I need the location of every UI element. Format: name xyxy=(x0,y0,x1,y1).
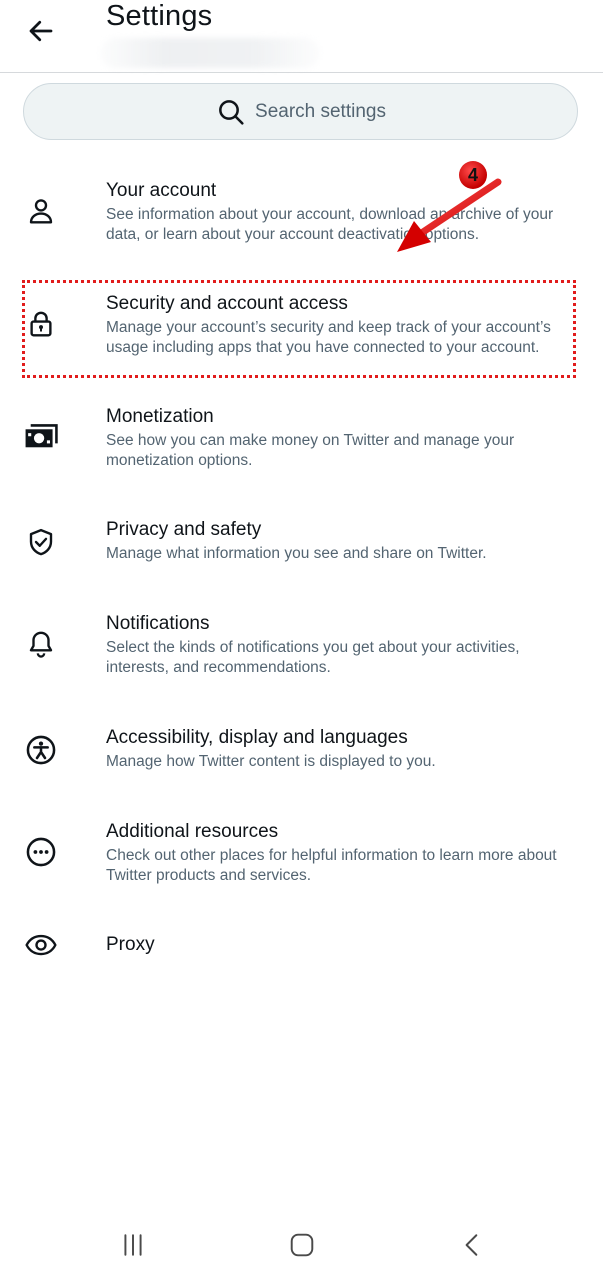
settings-item-description: Manage how Twitter content is displayed … xyxy=(106,753,436,770)
accessibility-icon xyxy=(22,731,60,769)
recent-apps-button[interactable] xyxy=(113,1228,153,1262)
eye-icon xyxy=(22,926,60,964)
chevron-left-icon xyxy=(465,1234,478,1256)
shield-check-icon xyxy=(22,523,60,561)
settings-item-accessibility[interactable]: Accessibility, display and languages Man… xyxy=(0,719,603,789)
lock-icon xyxy=(22,305,60,343)
settings-item-label: Proxy xyxy=(106,934,155,955)
settings-item-label: Accessibility, display and languages xyxy=(106,727,408,748)
recent-apps-icon xyxy=(124,1234,142,1256)
search-settings-field[interactable]: Search settings xyxy=(23,83,578,140)
settings-item-description: Manage your account’s security and keep … xyxy=(106,319,551,356)
money-icon xyxy=(22,418,60,456)
search-placeholder: Search settings xyxy=(255,100,386,122)
settings-item-proxy[interactable]: Proxy xyxy=(0,920,603,972)
settings-item-description: Manage what information you see and shar… xyxy=(106,545,487,562)
redacted-username xyxy=(100,38,320,68)
settings-item-label: Additional resources xyxy=(106,821,279,842)
settings-item-description: Select the kinds of notifications you ge… xyxy=(106,639,520,676)
person-icon xyxy=(22,192,60,230)
settings-item-label: Monetization xyxy=(106,406,214,427)
system-navigation-bar xyxy=(0,1210,603,1280)
settings-item-privacy[interactable]: Privacy and safety Manage what informati… xyxy=(0,511,603,581)
settings-item-additional-resources[interactable]: Additional resources Check out other pla… xyxy=(0,813,603,908)
settings-item-label: Your account xyxy=(106,180,217,201)
more-circle-icon xyxy=(22,833,60,871)
bell-icon xyxy=(22,625,60,663)
settings-item-label: Privacy and safety xyxy=(106,519,262,540)
back-button[interactable] xyxy=(22,14,60,48)
settings-item-description: See information about your account, down… xyxy=(106,206,554,243)
search-icon xyxy=(215,96,247,128)
top-app-bar: Settings xyxy=(0,0,603,73)
page-title: Settings xyxy=(106,0,213,32)
settings-item-description: Check out other places for helpful infor… xyxy=(106,847,557,884)
system-back-button[interactable] xyxy=(452,1228,492,1262)
settings-item-description: See how you can make money on Twitter an… xyxy=(106,432,515,469)
arrow-left-icon xyxy=(29,20,53,42)
home-icon xyxy=(290,1233,314,1257)
settings-item-your-account[interactable]: Your account See information about your … xyxy=(0,172,603,267)
settings-item-notifications[interactable]: Notifications Select the kinds of notifi… xyxy=(0,605,603,700)
settings-item-security[interactable]: Security and account access Manage your … xyxy=(0,285,603,380)
settings-item-monetization[interactable]: Monetization See how you can make money … xyxy=(0,398,603,493)
home-button[interactable] xyxy=(282,1228,322,1262)
settings-item-label: Notifications xyxy=(106,613,210,634)
settings-item-label: Security and account access xyxy=(106,293,348,314)
step-number-badge: 4 xyxy=(459,161,487,189)
